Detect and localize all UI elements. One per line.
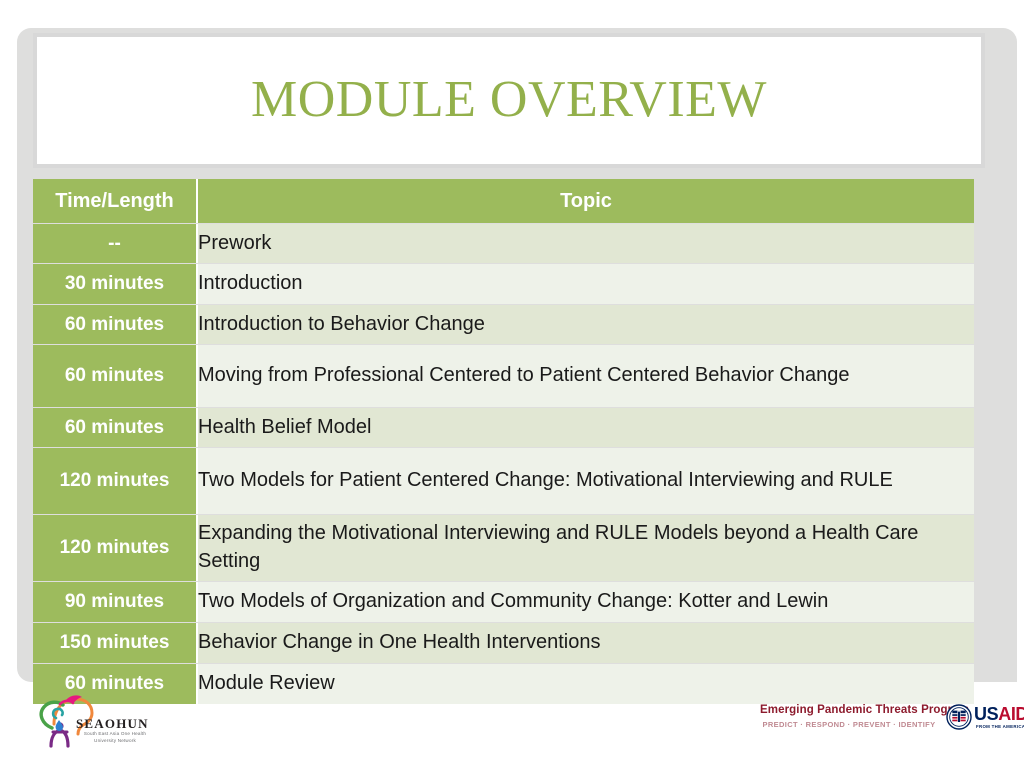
cell-time: 90 minutes <box>33 582 196 622</box>
slide-title-box: MODULE OVERVIEW <box>33 33 985 168</box>
table-row: 60 minutes Moving from Professional Cent… <box>33 345 974 407</box>
table-row: 30 minutes Introduction <box>33 264 974 304</box>
ept-logo: Emerging Pandemic Threats Program PREDIC… <box>760 704 970 729</box>
cell-time: 60 minutes <box>33 345 196 407</box>
usaid-seal-icon <box>946 704 972 730</box>
page-title: MODULE OVERVIEW <box>250 71 768 129</box>
ept-title: Emerging Pandemic Threats Program <box>760 704 970 716</box>
table-body: -- Prework 30 minutes Introduction 60 mi… <box>33 224 974 704</box>
table-row: 120 minutes Expanding the Motivational I… <box>33 515 974 581</box>
cell-topic: Behavior Change in One Health Interventi… <box>198 623 974 663</box>
table-row: 90 minutes Two Models of Organization an… <box>33 582 974 622</box>
cell-time: 60 minutes <box>33 408 196 447</box>
cell-time: 150 minutes <box>33 623 196 663</box>
column-header-topic: Topic <box>198 179 974 223</box>
module-overview-table: Time/Length Topic -- Prework 30 minutes … <box>33 178 974 705</box>
seaohun-subtitle: South East Asia One Health University Ne… <box>83 731 147 743</box>
usaid-logo: USAID FROM THE AMERICAN PEOPLE <box>946 702 1024 736</box>
table-row: 60 minutes Health Belief Model <box>33 408 974 447</box>
usaid-tagline: FROM THE AMERICAN PEOPLE <box>976 724 1024 729</box>
slide-canvas: MODULE OVERVIEW Time/Length Topic -- Pre… <box>0 0 1024 768</box>
cell-time: 30 minutes <box>33 264 196 304</box>
usaid-word-us: US <box>974 704 999 724</box>
cell-topic: Introduction <box>198 264 974 304</box>
seaohun-logo: SEAOHUN South East Asia One Health Unive… <box>20 694 150 756</box>
table-row: 120 minutes Two Models for Patient Cente… <box>33 448 974 514</box>
cell-topic: Prework <box>198 224 974 263</box>
column-header-time: Time/Length <box>33 179 196 223</box>
table-row: 60 minutes Introduction to Behavior Chan… <box>33 305 974 344</box>
cell-topic: Introduction to Behavior Change <box>198 305 974 344</box>
table-row: -- Prework <box>33 224 974 263</box>
cell-time: -- <box>33 224 196 263</box>
cell-topic: Two Models of Organization and Community… <box>198 582 974 622</box>
table-row: 150 minutes Behavior Change in One Healt… <box>33 623 974 663</box>
cell-topic: Health Belief Model <box>198 408 974 447</box>
ept-tagline: PREDICT · RESPOND · PREVENT · IDENTIFY <box>762 720 936 729</box>
cell-topic: Two Models for Patient Centered Change: … <box>198 448 974 514</box>
seaohun-wordmark: SEAOHUN <box>76 716 149 731</box>
slide-footer: SEAOHUN South East Asia One Health Unive… <box>0 690 1024 768</box>
cell-topic: Expanding the Motivational Interviewing … <box>198 515 974 581</box>
usaid-wordmark: USAID <box>974 705 1024 723</box>
cell-time: 120 minutes <box>33 515 196 581</box>
table-header-row: Time/Length Topic <box>33 179 974 223</box>
cell-topic: Moving from Professional Centered to Pat… <box>198 345 974 407</box>
usaid-word-aid: AID <box>998 704 1024 724</box>
cell-time: 120 minutes <box>33 448 196 514</box>
cell-time: 60 minutes <box>33 305 196 344</box>
